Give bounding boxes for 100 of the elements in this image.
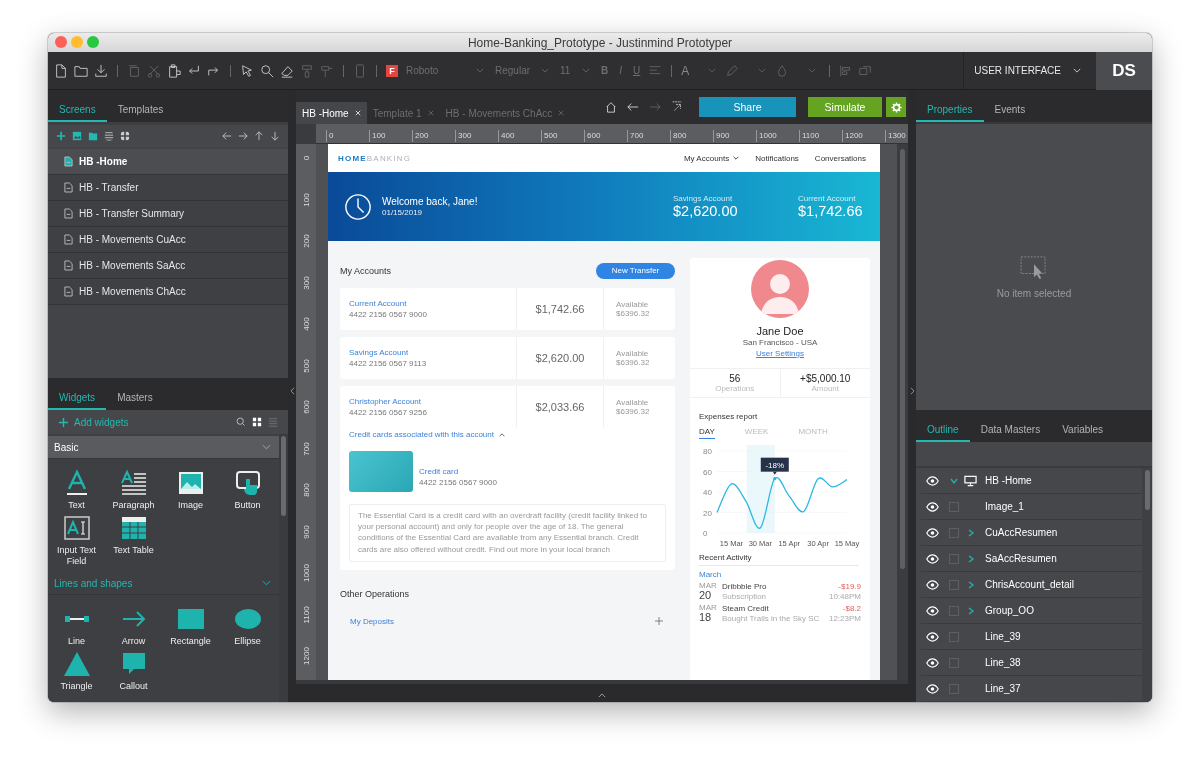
panel-tab[interactable]: Templates [106,104,175,122]
image-icon[interactable] [72,131,82,141]
panel-tab[interactable]: Masters [106,392,164,410]
search-icon[interactable] [236,417,246,427]
eye-icon[interactable] [926,605,939,616]
device-icon[interactable] [353,63,367,78]
eye-icon[interactable] [926,527,939,538]
user-initials[interactable]: DS [1096,51,1152,90]
arrow-left-icon[interactable] [222,131,232,141]
screen-item[interactable]: HB - Movements CuAcc [48,227,288,253]
plus-icon[interactable] [655,617,663,626]
back-icon[interactable] [627,101,639,113]
panel-tab[interactable]: Events [983,104,1037,122]
style-icon[interactable] [320,63,334,78]
screen-item[interactable]: HB - Movements SaAcc [48,253,288,279]
widget-item[interactable]: Input Text Field [48,514,105,567]
forward-icon[interactable] [649,101,661,113]
checkbox[interactable] [948,553,959,564]
add-widgets-button[interactable]: Add widgets [58,416,129,428]
operation-link[interactable]: My Deposits [350,616,394,626]
share-button[interactable]: Share [699,97,796,117]
folder-icon[interactable] [88,131,98,141]
widget-item[interactable]: Callout [105,650,162,692]
eye-icon[interactable] [926,657,939,668]
eye-icon[interactable] [926,631,939,642]
download-icon[interactable] [94,63,108,78]
chevron-icon[interactable] [966,528,975,537]
eye-icon[interactable] [926,683,939,694]
plus-icon[interactable] [56,131,66,141]
widget-item[interactable]: Line [48,605,105,647]
eye-icon[interactable] [926,501,939,512]
panel-tab[interactable]: Data Masters [969,424,1052,442]
arrange-icon[interactable] [858,63,873,78]
arrow-up-icon[interactable] [254,131,264,141]
home-icon[interactable] [605,101,617,113]
brand-logo[interactable]: HOMEBANKING [338,153,412,163]
mode-dropdown[interactable]: USER INTERFACE [963,51,1091,90]
nav-link[interactable]: Notifications [755,153,799,163]
chevron-icon[interactable] [966,554,975,563]
pointer-icon[interactable] [240,63,254,78]
screen-item[interactable]: HB - Transfer [48,175,288,201]
eye-icon[interactable] [926,579,939,590]
panel-tab[interactable]: Variables [1051,424,1115,442]
new-transfer-button[interactable]: New Transfer [596,262,675,279]
widget-item[interactable]: Image [162,469,219,511]
copy-icon[interactable] [127,63,141,78]
checkbox[interactable] [948,683,959,694]
widget-item[interactable]: Text Table [105,514,162,567]
checkbox[interactable] [948,631,959,642]
nav-link[interactable]: My Accounts [683,153,740,163]
eraser-icon[interactable] [280,63,294,78]
paste-icon[interactable] [167,63,181,78]
settings-button[interactable] [884,97,906,117]
caret-icon[interactable] [598,693,606,698]
user-settings-link[interactable]: User Settings [756,349,804,358]
close-button[interactable] [55,36,67,48]
chevron-icon[interactable] [966,606,975,615]
expand-icon[interactable] [671,101,683,113]
checkbox[interactable] [948,657,959,668]
eye-icon[interactable] [926,553,939,564]
chevron-icon[interactable] [966,580,975,589]
arrow-down-icon[interactable] [270,131,280,141]
widget-item[interactable]: Paragraph [105,469,162,511]
panel-tab[interactable]: Screens [48,104,107,122]
eye-icon[interactable] [926,475,939,486]
screen-item[interactable]: HB - Movements ChAcc [48,279,288,305]
account-name-link[interactable]: Current Account [349,299,516,308]
account-name-link[interactable]: Christopher Account [349,397,516,406]
widget-item[interactable]: Arrow [105,605,162,647]
document-tab[interactable]: HB -Home [296,102,367,124]
account-name-link[interactable]: Savings Account [349,348,516,357]
zoom-button[interactable] [87,36,99,48]
section-header[interactable]: Lines and shapes [48,572,279,596]
screen-item[interactable]: HB -Home [48,149,288,175]
checkbox[interactable] [948,527,959,538]
chevron-icon[interactable] [949,476,958,485]
scrollbar[interactable] [1142,468,1152,702]
period-tab[interactable]: DAY [699,427,715,439]
search-icon[interactable] [260,63,274,78]
card-name-link[interactable]: Credit card [419,466,497,476]
arrow-right-icon[interactable] [238,131,248,141]
checkbox[interactable] [948,579,959,590]
list-view-icon[interactable] [104,131,114,141]
screen-item[interactable]: HB - Transfer Summary [48,201,288,227]
section-header[interactable]: Basic [48,436,279,459]
folder-icon[interactable] [74,63,88,78]
nav-link[interactable]: Conversations [814,153,866,163]
widget-item[interactable]: Text [48,469,105,511]
widget-item[interactable]: Button [219,469,276,511]
widget-item[interactable]: Rectangle [162,605,219,647]
scrollbar[interactable] [897,144,908,680]
format-painter-icon[interactable] [300,63,314,78]
checkbox[interactable] [948,501,959,512]
checkbox[interactable] [948,605,959,616]
cut-icon[interactable] [147,63,161,78]
grid-view-icon[interactable] [120,131,130,141]
grid-view-icon[interactable] [252,417,262,427]
scrollbar[interactable] [279,434,288,702]
text-color-button[interactable]: A [681,63,690,78]
widget-item[interactable]: Triangle [48,650,105,692]
